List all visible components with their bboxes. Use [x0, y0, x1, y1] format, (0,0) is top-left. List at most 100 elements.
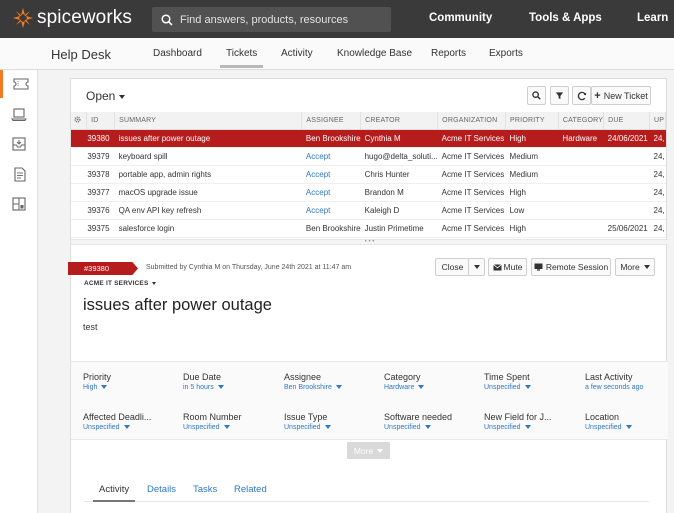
tab-dashboard[interactable]: Dashboard: [153, 48, 202, 59]
ticket-description[interactable]: test: [83, 322, 98, 332]
ticket-due: 24/06/2021: [603, 129, 650, 148]
tab-related[interactable]: Related: [234, 484, 267, 495]
ticket-updated: 24,: [649, 165, 666, 184]
column-assignee[interactable]: ASSIGNEE: [301, 112, 362, 130]
chevron-down-icon: [643, 265, 650, 269]
ticket-filter-dropdown[interactable]: Open: [86, 89, 126, 103]
attr-new-field[interactable]: New Field for J... Unspecified: [484, 412, 574, 431]
attr-value-dropdown[interactable]: Hardware: [384, 384, 474, 391]
attr-affected-deadline[interactable]: Affected Deadli... Unspecified: [83, 412, 173, 431]
column-priority[interactable]: PRIORITY: [505, 112, 559, 130]
tab-reports[interactable]: Reports: [431, 48, 466, 59]
column-id[interactable]: ID: [86, 112, 116, 130]
attr-label: Issue Type: [284, 412, 328, 422]
table-row[interactable]: 39375 salesforce login Ben Brookshire Ju…: [71, 219, 666, 238]
attr-software-needed[interactable]: Software needed Unspecified: [384, 412, 474, 431]
nav-tools-apps[interactable]: Tools & Apps: [529, 12, 602, 24]
ticket-summary: salesforce login: [114, 219, 302, 238]
table-row[interactable]: 39380 issues after power outage Ben Broo…: [71, 129, 666, 148]
new-ticket-button[interactable]: + New Ticket: [591, 86, 651, 105]
organization-dropdown[interactable]: ACME IT SERVICES: [84, 280, 157, 287]
tickets-panel: Open + New Ticket ID SUMMARY ASSIGNEE CR…: [68, 78, 668, 513]
tab-activity[interactable]: Activity: [281, 48, 313, 59]
ticket-creator: Brandon M: [360, 183, 438, 202]
attr-value-dropdown[interactable]: Unspecified: [484, 384, 574, 391]
tab-details[interactable]: Details: [147, 484, 176, 495]
attr-due-date[interactable]: Due Date in 5 hours: [183, 372, 273, 391]
left-rail: [0, 70, 38, 513]
rail-tickets[interactable]: [0, 70, 38, 98]
laptop-icon: [11, 107, 27, 121]
ticket-priority: High: [505, 129, 559, 148]
attr-value-dropdown[interactable]: Unspecified: [585, 424, 665, 431]
refresh-button[interactable]: [572, 86, 591, 105]
spiceworks-logo[interactable]: spiceworks: [12, 7, 132, 29]
close-options-dropdown[interactable]: [468, 258, 485, 276]
tab-knowledge-base[interactable]: Knowledge Base: [337, 48, 412, 59]
table-row[interactable]: 39376 QA env API key refresh Accept Kale…: [71, 201, 666, 220]
page-title[interactable]: Help Desk: [51, 47, 111, 62]
attr-assignee[interactable]: Assignee Ben Brookshire: [284, 372, 374, 391]
rail-documents[interactable]: [0, 160, 38, 188]
attr-value-dropdown[interactable]: Unspecified: [384, 424, 474, 431]
column-due[interactable]: DUE: [603, 112, 651, 130]
row-spacer: [71, 201, 87, 220]
nav-learn[interactable]: Learn: [637, 12, 668, 24]
ticket-category: [558, 183, 604, 202]
tab-exports[interactable]: Exports: [489, 48, 523, 59]
accept-link[interactable]: Accept: [301, 201, 361, 220]
rail-dashboard[interactable]: [0, 190, 38, 218]
ticket-summary: portable app, admin rights: [114, 165, 302, 184]
column-updated[interactable]: UP: [649, 112, 666, 130]
accept-link[interactable]: Accept: [301, 147, 361, 166]
close-ticket-button[interactable]: Close: [435, 258, 470, 276]
tab-tickets[interactable]: Tickets: [219, 48, 264, 68]
tab-activity-feed[interactable]: Activity: [92, 484, 136, 502]
ticket-organization: Acme IT Services: [437, 201, 506, 220]
filter-button[interactable]: [550, 86, 569, 105]
pane-resize-handle[interactable]: • • •: [71, 239, 668, 245]
search-tickets-button[interactable]: [527, 86, 546, 105]
accept-link[interactable]: Accept: [301, 165, 361, 184]
attr-category[interactable]: Category Hardware: [384, 372, 474, 391]
attr-value-dropdown[interactable]: Unspecified: [83, 424, 173, 431]
rail-inbox[interactable]: [0, 130, 38, 158]
ticket-title[interactable]: issues after power outage: [83, 296, 272, 315]
rail-inventory[interactable]: [0, 100, 38, 128]
more-fields-button[interactable]: More: [347, 442, 390, 459]
more-actions-button[interactable]: More: [615, 258, 655, 276]
attr-last-activity: Last Activity a few seconds ago: [585, 372, 665, 391]
nav-community[interactable]: Community: [429, 12, 492, 24]
ticket-filter-label: Open: [86, 89, 116, 103]
attr-value-dropdown[interactable]: Unspecified: [484, 424, 574, 431]
global-search[interactable]: [152, 7, 391, 32]
attr-value-dropdown[interactable]: in 5 hours: [183, 384, 273, 391]
attr-room-number[interactable]: Room Number Unspecified: [183, 412, 273, 431]
mute-button[interactable]: Mute: [488, 258, 527, 276]
table-row[interactable]: 39378 portable app, admin rights Accept …: [71, 165, 666, 184]
attr-location[interactable]: Location Unspecified: [585, 412, 665, 431]
remote-session-button[interactable]: Remote Session: [531, 258, 611, 276]
attr-value-dropdown[interactable]: Unspecified: [183, 424, 273, 431]
search-input[interactable]: [180, 13, 380, 26]
attr-value-dropdown[interactable]: High: [83, 384, 173, 391]
column-summary[interactable]: SUMMARY: [114, 112, 303, 130]
table-row[interactable]: 39379 keyboard spill Accept hugo@delta_s…: [71, 147, 666, 166]
column-organization[interactable]: ORGANIZATION: [437, 112, 507, 130]
tab-tasks[interactable]: Tasks: [193, 484, 217, 495]
column-settings[interactable]: [71, 112, 88, 130]
attr-issue-type[interactable]: Issue Type Unspecified: [284, 412, 374, 431]
column-category[interactable]: CATEGORY: [558, 112, 605, 130]
attr-priority[interactable]: Priority High: [83, 372, 173, 391]
attr-value: High: [83, 384, 98, 391]
ticket-id: 39378: [86, 165, 115, 184]
top-bar: spiceworks Community Tools & Apps Learn: [0, 0, 674, 38]
attr-value-dropdown[interactable]: Unspecified: [284, 424, 374, 431]
accept-link[interactable]: Accept: [301, 183, 361, 202]
table-row[interactable]: 39377 macOS upgrade issue Accept Brandon…: [71, 183, 666, 202]
attr-time-spent[interactable]: Time Spent Unspecified: [484, 372, 574, 391]
ticket-due: [603, 201, 650, 220]
column-creator[interactable]: CREATOR: [360, 112, 439, 130]
attr-value-dropdown[interactable]: Ben Brookshire: [284, 384, 374, 391]
chevron-down-icon: [625, 425, 632, 430]
